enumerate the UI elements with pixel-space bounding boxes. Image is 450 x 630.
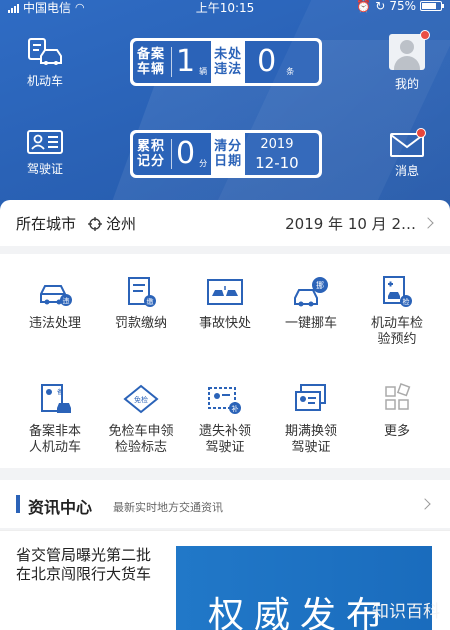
thumbnail-text: 权威发布 xyxy=(208,595,393,630)
service-label: 一键挪车 xyxy=(284,316,337,331)
clear-date: 12-10 xyxy=(255,154,299,172)
reg-vehicle-label-1: 备案 xyxy=(137,47,166,62)
service-label-line1: 机动车检 xyxy=(370,316,423,331)
service-violation[interactable]: 违 违法处理 xyxy=(10,274,100,332)
svg-text:缴: 缴 xyxy=(147,297,154,306)
service-inspection[interactable]: 检 机动车检 验预约 xyxy=(352,274,442,348)
chevron-right-icon xyxy=(422,217,434,229)
car-violation-icon: 违 xyxy=(40,285,72,306)
news-title: 资讯中心 xyxy=(28,498,93,517)
news-section-header[interactable]: 资讯中心 最新实时地方交通资讯 xyxy=(0,480,450,528)
service-license-renew[interactable]: 期满换领 驾驶证 xyxy=(266,382,356,456)
accumulated-label-1: 累积 xyxy=(137,139,166,154)
profile-notification-dot xyxy=(420,30,430,40)
city-label: 所在城市 xyxy=(16,215,77,233)
accumulated-label-2: 记分 xyxy=(137,154,166,169)
status-bar: 中国电信 ◠ 上午10:15 ⏰ ↻ 75% xyxy=(0,0,450,15)
battery-percent: 75% xyxy=(389,0,416,13)
service-label-line1: 免检车申领 xyxy=(108,424,174,439)
location-crosshair-icon xyxy=(88,216,102,231)
header-banner: 中国电信 ◠ 上午10:15 ⏰ ↻ 75% 机动车 驾驶证 备案 车辆 1 辆… xyxy=(0,0,450,232)
clear-date-label-2: 日期 xyxy=(214,154,243,169)
service-label-line1: 期满换领 xyxy=(284,424,337,439)
news-subtitle: 最新实时地方交通资讯 xyxy=(113,501,223,514)
service-move-car[interactable]: 挪 一键挪车 xyxy=(266,274,356,332)
service-label-line2: 人机动车 xyxy=(28,440,81,455)
service-label: 罚款缴纳 xyxy=(114,316,167,331)
messages-button[interactable]: 消息 xyxy=(384,132,430,179)
service-label: 违法处理 xyxy=(28,316,81,331)
reg-vehicle-count: 1 xyxy=(176,44,196,79)
chevron-right-icon xyxy=(419,498,431,510)
section-accent-bar xyxy=(16,495,20,513)
svg-text:免检: 免检 xyxy=(134,395,148,404)
news-item[interactable]: 省交管局曝光第二批在北京闯限行大货车 权威发布 知识百科 xyxy=(0,530,450,630)
service-accident[interactable]: 事故快处 xyxy=(180,274,270,332)
service-label: 事故快处 xyxy=(198,316,251,331)
watermark: 知识百科 xyxy=(372,602,440,622)
service-label-line2: 驾驶证 xyxy=(291,440,331,455)
unprocessed-count: 0 xyxy=(257,44,277,79)
license-icon xyxy=(27,130,63,154)
unprocessed-label-1: 未处 xyxy=(214,47,243,62)
service-register-vehicle[interactable]: 备 备案非本 人机动车 xyxy=(10,382,100,456)
move-car-icon: 挪 xyxy=(294,277,328,307)
unprocessed-unit: 条 xyxy=(286,67,295,76)
accumulated-unit: 分 xyxy=(199,159,208,168)
avatar xyxy=(389,34,425,70)
news-headline: 省交管局曝光第二批在北京闯限行大货车 xyxy=(16,546,152,583)
service-label-line2: 驾驶证 xyxy=(205,440,245,455)
city-date: 2019 年 10 月 2… xyxy=(285,215,416,233)
service-more[interactable]: 更多 xyxy=(352,382,442,440)
city-bar[interactable]: 所在城市 沧州 2019 年 10 月 2… xyxy=(0,200,450,246)
city-name: 沧州 xyxy=(106,215,137,233)
register-vehicle-icon: 备 xyxy=(41,384,71,413)
clear-year: 2019 xyxy=(260,137,294,152)
svg-text:补: 补 xyxy=(232,404,239,413)
exempt-badge-icon: 免检 xyxy=(123,384,159,414)
vehicle-stats-panel[interactable]: 备案 车辆 1 辆 未处 违法 0 条 xyxy=(130,38,322,86)
service-fine[interactable]: 缴 罚款缴纳 xyxy=(96,274,186,332)
service-label-line1: 遗失补领 xyxy=(198,424,251,439)
service-label-line2: 验预约 xyxy=(377,332,417,347)
vehicle-label: 机动车 xyxy=(26,74,63,88)
messages-notification-dot xyxy=(416,128,426,138)
license-replace-icon: 补 xyxy=(208,387,241,414)
svg-text:违: 违 xyxy=(63,297,70,305)
services-grid: 违 违法处理 缴 罚款缴纳 事故快处 挪 一键挪车 检 机动车检 验预约 备 备… xyxy=(0,254,450,468)
service-label-line2: 检验标志 xyxy=(114,440,167,455)
more-icon xyxy=(385,382,411,410)
reg-vehicle-label-2: 车辆 xyxy=(137,62,166,77)
license-stats-panel[interactable]: 累积 记分 0 分 清分 日期 2019 12-10 xyxy=(130,130,322,178)
alarm-icon: ⏰ xyxy=(356,0,372,13)
license-button[interactable]: 驾驶证 xyxy=(20,128,70,177)
unprocessed-label-2: 违法 xyxy=(214,62,243,77)
license-renew-icon xyxy=(295,384,326,411)
reg-vehicle-unit: 辆 xyxy=(199,67,208,76)
city-selector[interactable]: 沧州 xyxy=(88,213,136,234)
svg-text:备: 备 xyxy=(57,388,63,396)
messages-label: 消息 xyxy=(394,164,419,178)
accident-icon xyxy=(207,279,243,305)
license-label: 驾驶证 xyxy=(26,162,63,176)
fine-payment-icon: 缴 xyxy=(128,277,156,307)
service-license-replace[interactable]: 补 遗失补领 驾驶证 xyxy=(180,382,270,456)
vehicle-icon xyxy=(28,38,62,65)
svg-text:检: 检 xyxy=(403,297,410,306)
me-label: 我的 xyxy=(394,77,419,91)
battery-icon xyxy=(420,1,444,11)
inspection-icon: 检 xyxy=(383,276,412,307)
service-exempt-badge[interactable]: 免检 免检车申领 检验标志 xyxy=(96,382,186,456)
vehicle-button[interactable]: 机动车 xyxy=(20,36,70,89)
service-label-line1: 备案非本 xyxy=(28,424,81,439)
clock: 上午10:15 xyxy=(195,1,255,15)
my-profile-button[interactable]: 我的 xyxy=(384,34,430,92)
svg-text:挪: 挪 xyxy=(316,280,324,290)
service-label: 更多 xyxy=(383,424,410,439)
rotation-lock-icon: ↻ xyxy=(375,0,386,13)
accumulated-score: 0 xyxy=(176,136,196,171)
clear-date-label-1: 清分 xyxy=(214,139,243,154)
